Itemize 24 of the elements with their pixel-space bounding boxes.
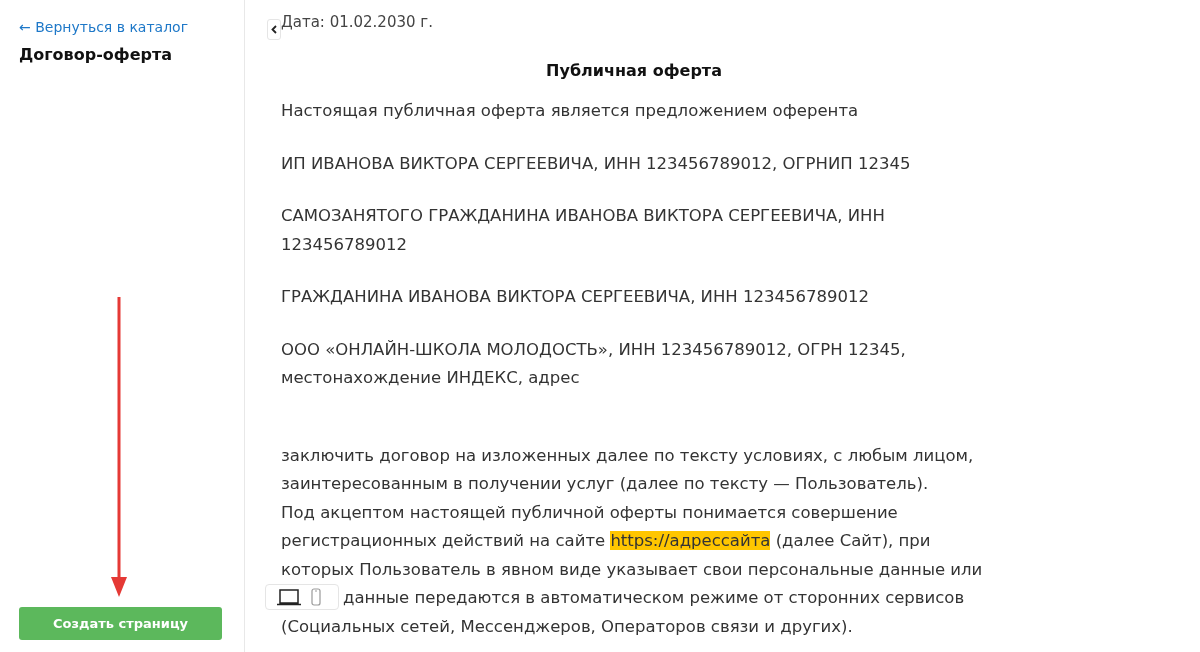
document-text-line: ГРАЖДАНИНА ИВАНОВА ВИКТОРА СЕРГЕЕВИЧА, ИНН 123456789012 bbox=[281, 286, 869, 308]
collapse-sidebar-button[interactable] bbox=[267, 19, 281, 40]
document-text: регистрационных действий на сайте bbox=[281, 531, 607, 550]
document-text-line: ООО «ОНЛАЙН-ШКОЛА МОЛОДОСТЬ», ИНН 123456789012, ОГРН 12345, bbox=[281, 338, 906, 361]
document-text-line: Настоящая публичная оферта является предложением оферента bbox=[281, 100, 859, 122]
document-text-line: которых Пользователь в явном виде указывает свои персональные данные или bbox=[281, 558, 983, 581]
document-text-line: данные передаются в автоматическом режиме от сторонних сервисов bbox=[343, 587, 965, 609]
document-title: Публичная оферта bbox=[545, 61, 723, 80]
document-text-line: заинтересованным в получении услуг (далее по тексту — Пользователь). bbox=[281, 473, 929, 495]
document-text-line: 123456789012 bbox=[281, 233, 407, 256]
document-text-line: Под акцептом настоящей публичной оферты понимается совершение bbox=[281, 501, 898, 524]
document-date: Дата: 01.02.2030 г. bbox=[281, 13, 434, 31]
laptop-icon[interactable] bbox=[276, 588, 302, 606]
create-page-button[interactable]: Создать страницу bbox=[19, 607, 222, 640]
document-text-line: (Социальных сетей, Мессенджеров, Операторов связи и других). bbox=[281, 615, 853, 638]
chevron-left-icon bbox=[271, 25, 277, 34]
document-text: (далее Сайт), при bbox=[774, 531, 931, 550]
website-link[interactable]: https://адрессайта bbox=[610, 531, 771, 550]
document-text-line: заключить договор на изложенных далее по тексту условиях, с любым лицом, bbox=[281, 444, 974, 467]
document-text-line: ИП ИВАНОВА ВИКТОРА СЕРГЕЕВИЧА, ИНН 123456789012, ОГРНИП 12345 bbox=[281, 152, 911, 175]
document-text-line: местонахождение ИНДЕКС, адрес bbox=[281, 367, 580, 389]
sidebar-title: Договор-оферта bbox=[19, 45, 174, 64]
document-text-line: САМОЗАНЯТОГО ГРАЖДАНИНА ИВАНОВА ВИКТОРА СЕРГЕЕВИЧА, ИНН bbox=[281, 205, 885, 227]
back-to-catalog-link[interactable]: ← Вернуться в каталог bbox=[19, 19, 189, 35]
